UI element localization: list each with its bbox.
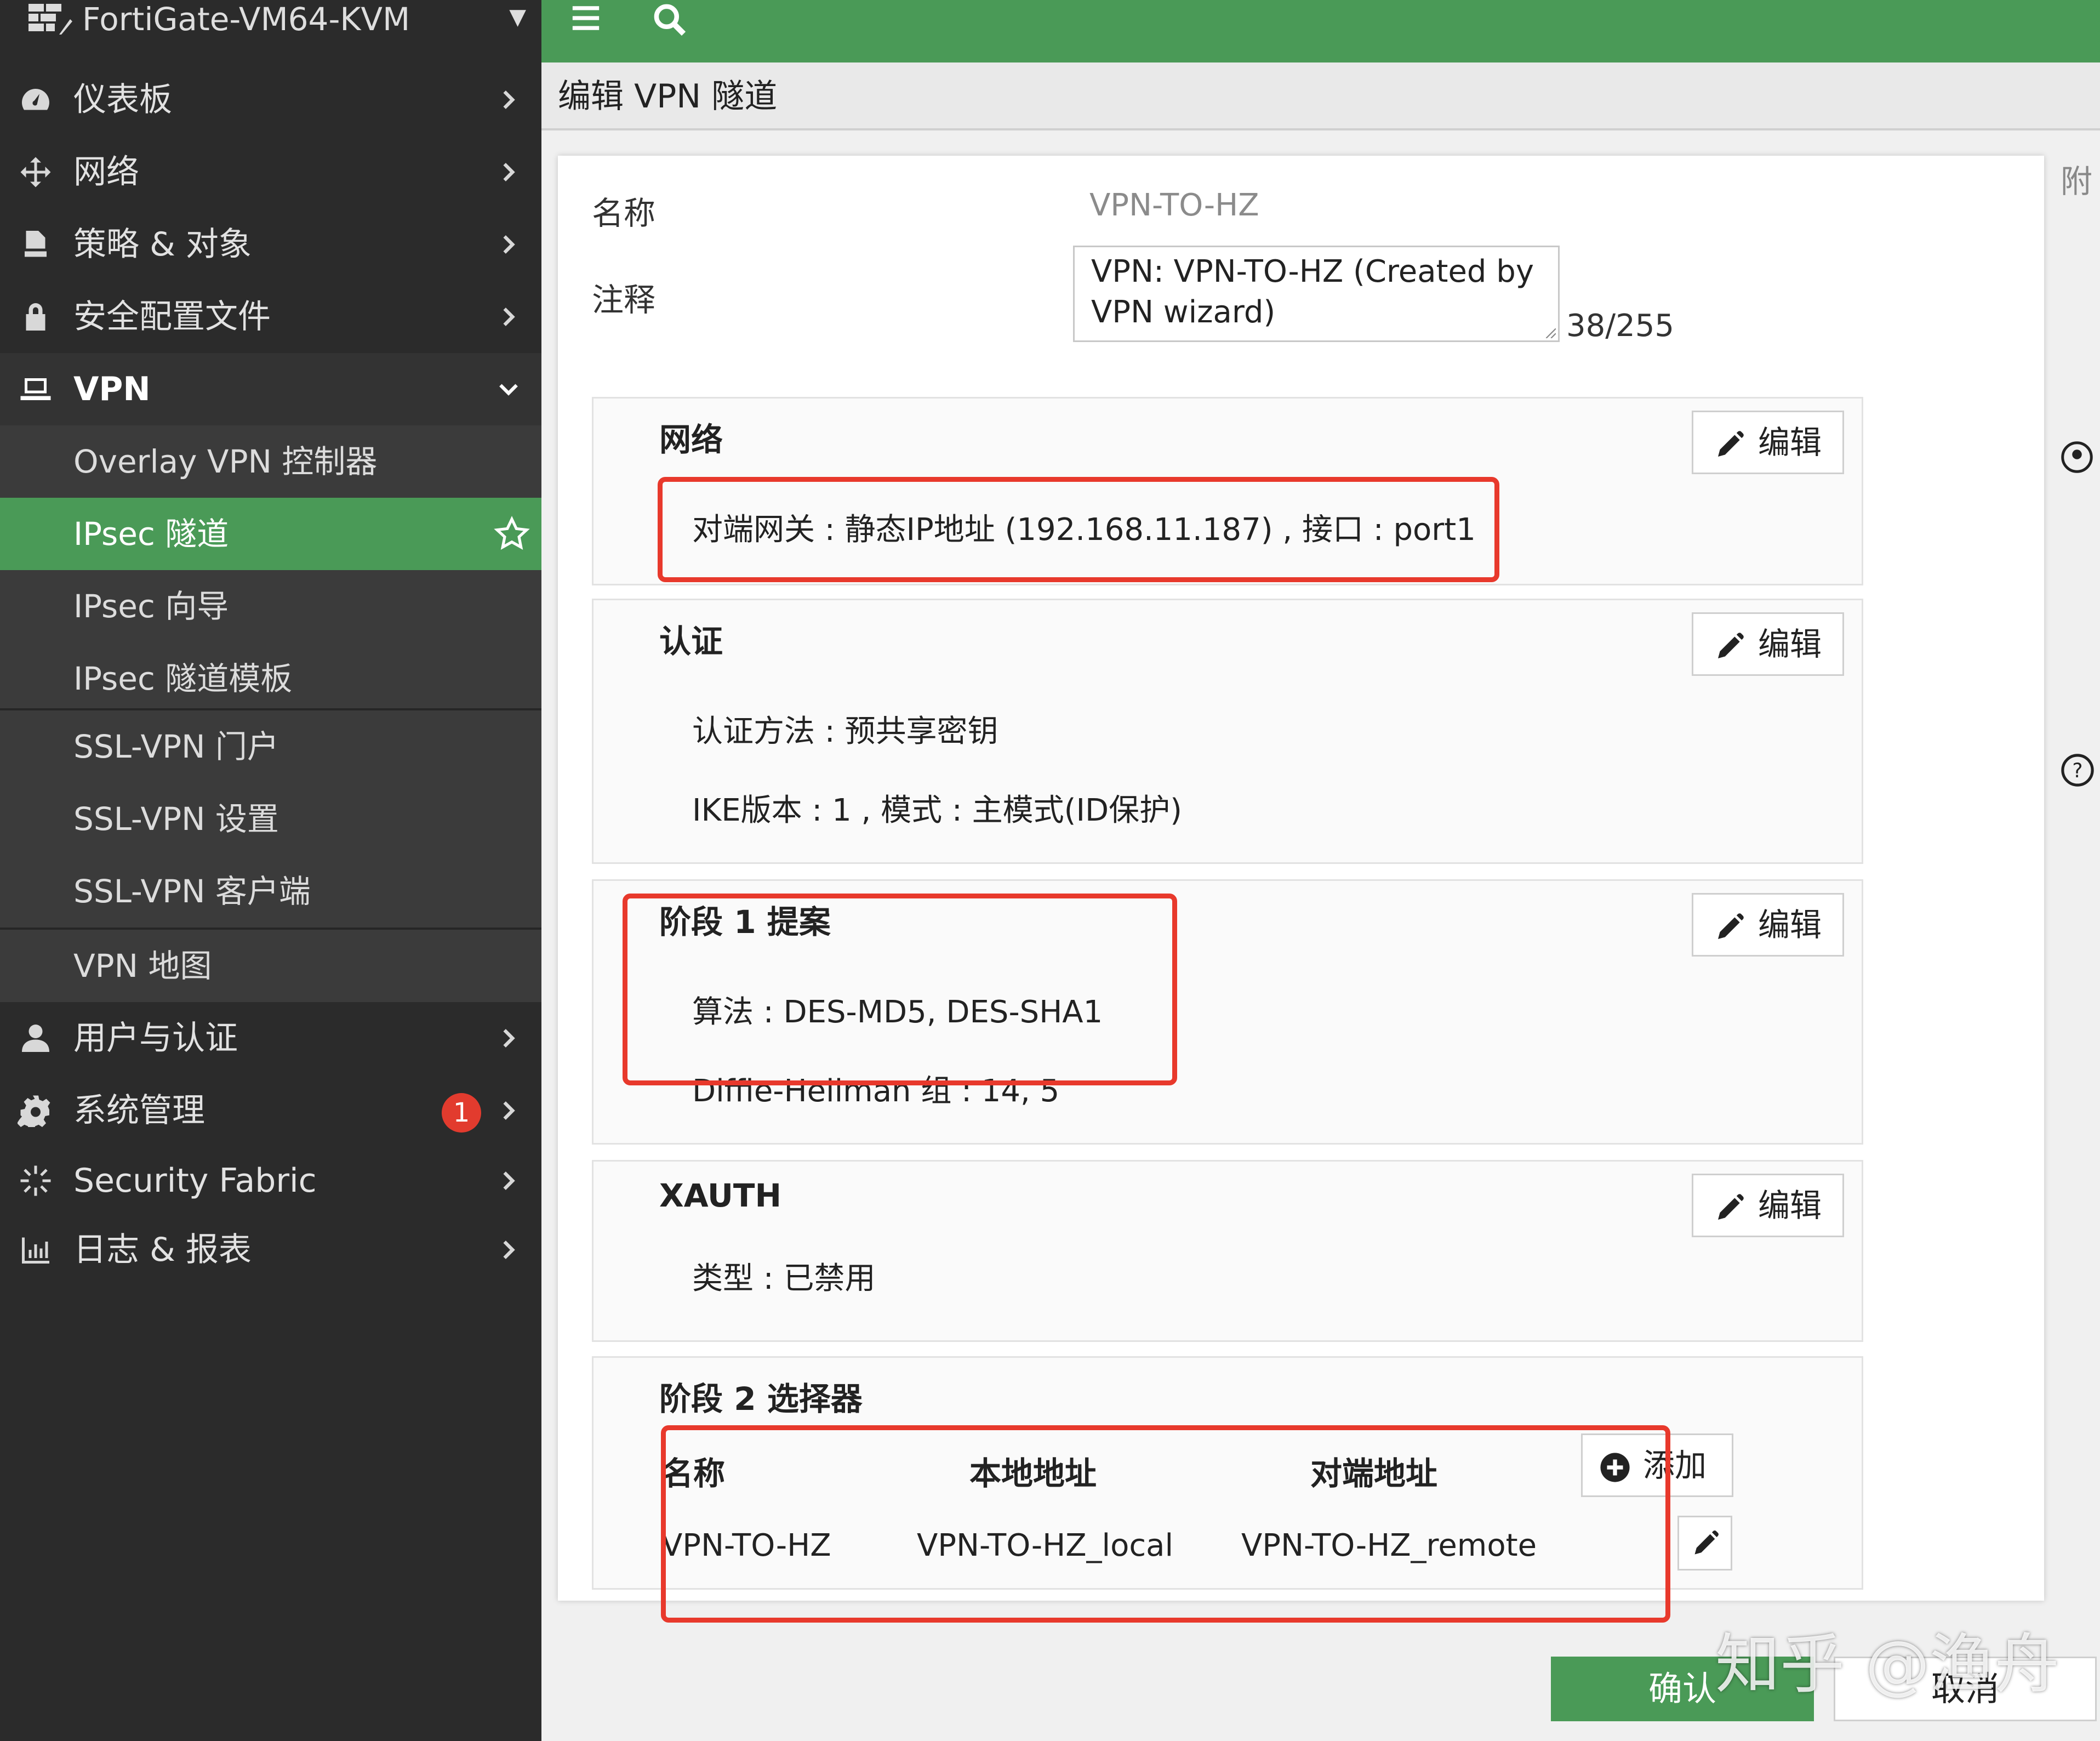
- help-icon[interactable]: ?: [2061, 753, 2095, 787]
- card-title: 认证: [659, 623, 723, 660]
- chevron-right-icon: [503, 308, 515, 326]
- pencil-icon: [1694, 1531, 1719, 1555]
- column-header-local-address: 本地地址: [969, 1455, 1097, 1492]
- plus-circle-icon: [1600, 1453, 1630, 1482]
- xauth-card: XAUTH 编辑 类型 : 已禁用: [592, 1160, 1863, 1342]
- chevron-down-icon: [499, 384, 518, 396]
- chevron-right-icon: [503, 90, 515, 109]
- sidebar-subitem-ssl-vpn-clients[interactable]: SSL-VPN 客户端: [0, 855, 541, 928]
- sidebar-subitem-ipsec-wizard[interactable]: IPsec 向导: [0, 570, 541, 642]
- authentication-card: 认证 编辑 认证方法 : 预共享密钥 IKE版本 : 1 , 模式 : 主模式(…: [592, 599, 1863, 864]
- sidebar-item-security-fabric[interactable]: Security Fabric: [0, 1145, 541, 1217]
- ike-version-info: IKE版本 : 1 , 模式 : 主模式(ID保护): [692, 793, 1182, 828]
- phase1-proposal-card: 阶段 1 提案 编辑 算法 : DES-MD5, DES-SHA1 Diffie…: [592, 879, 1863, 1145]
- dashboard-icon: [22, 89, 49, 110]
- pencil-icon: [1718, 633, 1744, 658]
- sidebar-item-dashboard[interactable]: 仪表板: [0, 64, 541, 136]
- comment-textarea[interactable]: VPN: VPN-TO-HZ (Created by VPN wizard): [1073, 246, 1560, 342]
- selector-name: VPN-TO-HZ: [661, 1528, 831, 1563]
- card-title: XAUTH: [659, 1177, 782, 1214]
- sidebar-item-network[interactable]: 网络: [0, 136, 541, 208]
- sidebar-item-log-report[interactable]: 日志 & 报表: [0, 1214, 541, 1286]
- notification-badge: 1: [442, 1093, 481, 1133]
- column-header-remote-address: 对端地址: [1310, 1455, 1438, 1492]
- lock-icon: [26, 303, 45, 331]
- comment-char-count: 38/255: [1566, 308, 1675, 344]
- sidebar-item-vpn[interactable]: VPN: [0, 353, 541, 425]
- fabric-icon: [20, 1165, 51, 1196]
- device-selector[interactable]: FortiGate-VM64-KVM ▼: [0, 0, 541, 43]
- top-bar: [541, 0, 2100, 62]
- sidebar-item-user-auth[interactable]: 用户与认证: [0, 1002, 541, 1074]
- pencil-icon: [1718, 1194, 1744, 1220]
- search-icon[interactable]: [651, 1, 688, 38]
- page-title: 编辑 VPN 隧道: [558, 77, 778, 116]
- algorithm-info: 算法 : DES-MD5, DES-SHA1: [692, 994, 1103, 1030]
- name-label: 名称: [592, 195, 656, 232]
- selector-local-address: VPN-TO-HZ_local: [917, 1528, 1174, 1563]
- watermark: 知乎 @渔舟: [1715, 1626, 2059, 1702]
- column-header-name: 名称: [661, 1455, 726, 1492]
- card-title: 阶段 2 选择器: [659, 1380, 863, 1418]
- chevron-right-icon: [503, 235, 515, 254]
- card-title: 网络: [659, 421, 723, 458]
- comment-text-line: VPN wizard): [1091, 294, 1276, 330]
- chevron-right-icon: [503, 1029, 515, 1048]
- auth-edit-button[interactable]: 编辑: [1692, 612, 1844, 676]
- network-edit-button[interactable]: 编辑: [1692, 411, 1844, 474]
- phase2-selectors-card: 阶段 2 选择器 名称 本地地址 对端地址 添加 VPN-TO-HZ VPN-T…: [592, 1356, 1863, 1590]
- user-icon: [22, 1025, 49, 1052]
- sidebar-item-system[interactable]: 系统管理 1: [0, 1074, 541, 1147]
- chevron-right-icon: [503, 1171, 515, 1190]
- favorite-star-icon[interactable]: [493, 515, 530, 553]
- sidebar-subitem-vpn-map[interactable]: VPN 地图: [0, 930, 541, 1002]
- sidebar-item-security-profiles[interactable]: 安全配置文件: [0, 281, 541, 353]
- xauth-type-info: 类型 : 已禁用: [692, 1261, 876, 1296]
- side-panel-title: 附: [2061, 163, 2093, 200]
- hamburger-menu-icon[interactable]: [569, 2, 603, 34]
- sidebar-subitem-ssl-vpn-settings[interactable]: SSL-VPN 设置: [0, 783, 541, 855]
- chevron-right-icon: [503, 1101, 515, 1120]
- svg-text:?: ?: [2072, 759, 2082, 782]
- name-value: VPN-TO-HZ: [1089, 187, 1259, 223]
- chart-bars-icon: [22, 1237, 49, 1264]
- xauth-edit-button[interactable]: 编辑: [1692, 1174, 1844, 1237]
- edit-tunnel-panel: 名称 VPN-TO-HZ 注释 VPN: VPN-TO-HZ (Created …: [558, 156, 2044, 1623]
- gear-icon: [18, 1095, 50, 1127]
- side-panel-edge: 附 ?: [2061, 156, 2100, 1197]
- pencil-icon: [1718, 913, 1744, 939]
- resize-grip-icon[interactable]: [1544, 326, 1556, 338]
- network-card: 网络 编辑 对端网关 : 静态IP地址 (192.168.11.187) , 接…: [592, 397, 1863, 585]
- comment-label: 注释: [592, 281, 656, 318]
- network-move-icon: [20, 157, 51, 187]
- sidebar-subitem-ipsec-tunnels[interactable]: IPsec 隧道: [0, 498, 541, 570]
- chevron-right-icon: [503, 1241, 515, 1259]
- auth-method-info: 认证方法 : 预共享密钥: [692, 714, 998, 749]
- card-title: 阶段 1 提案: [659, 903, 831, 941]
- fortigate-logo-icon: [28, 4, 72, 35]
- dh-group-info: Diffie-Hellman 组 : 14, 5: [692, 1073, 1060, 1109]
- sidebar: FortiGate-VM64-KVM ▼ 仪表板 网络 策略 & 对象 安全配置…: [0, 0, 541, 1741]
- phase1-edit-button[interactable]: 编辑: [1692, 893, 1844, 957]
- comment-text-line: VPN: VPN-TO-HZ (Created by: [1091, 254, 1534, 289]
- user-circle-icon: [2061, 441, 2093, 473]
- pencil-icon: [1718, 431, 1744, 457]
- sidebar-item-policy-objects[interactable]: 策略 & 对象: [0, 208, 541, 281]
- chevron-right-icon: [503, 163, 515, 181]
- policy-icon: [25, 231, 47, 257]
- device-name: FortiGate-VM64-KVM: [82, 1, 410, 38]
- selector-remote-address: VPN-TO-HZ_remote: [1241, 1528, 1537, 1563]
- laptop-icon: [20, 378, 51, 400]
- sidebar-subitem-overlay-vpn[interactable]: Overlay VPN 控制器: [0, 425, 541, 498]
- sidebar-subitem-ipsec-templates[interactable]: IPsec 隧道模板: [0, 642, 541, 715]
- add-selector-button[interactable]: 添加: [1581, 1433, 1733, 1497]
- peer-gateway-info: 对端网关 : 静态IP地址 (192.168.11.187) , 接口 : po…: [692, 512, 1476, 548]
- page-header: 编辑 VPN 隧道: [541, 62, 2100, 130]
- sidebar-subitem-ssl-vpn-portals[interactable]: SSL-VPN 门户: [0, 710, 541, 783]
- selector-edit-button[interactable]: [1677, 1516, 1732, 1571]
- chevron-down-icon: ▼: [509, 4, 526, 30]
